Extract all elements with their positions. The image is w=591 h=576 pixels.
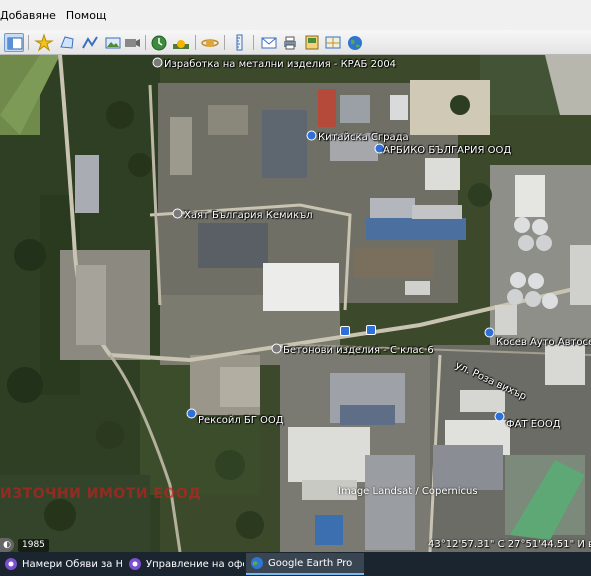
business-pin-icon[interactable] xyxy=(186,408,197,419)
label-arbiko[interactable]: АРБИКО БЪЛГАРИЯ ООД xyxy=(383,145,511,156)
toolbar-separator xyxy=(28,35,29,50)
label-haiat[interactable]: Хаят България Кемикъл xyxy=(184,210,313,221)
record-tour-icon[interactable] xyxy=(122,33,142,52)
toolbar-separator xyxy=(195,35,196,50)
aerial-imagery xyxy=(0,55,591,552)
menu-bar: Добавяне Помощ xyxy=(0,0,591,30)
sidebar-toggle-icon[interactable] xyxy=(4,33,24,52)
business-pin-icon[interactable] xyxy=(484,327,495,338)
browser-icon xyxy=(4,557,18,571)
polygon-icon[interactable] xyxy=(57,33,77,52)
planets-icon[interactable] xyxy=(200,33,220,52)
save-image-icon[interactable] xyxy=(302,33,322,52)
toolbar-separator xyxy=(253,35,254,50)
taskbar-item-namery[interactable]: Намери Обяви за Не... xyxy=(0,553,122,575)
browser-icon xyxy=(128,557,142,571)
business-pin-icon[interactable] xyxy=(494,411,505,422)
taskbar: Намери Обяви за Не... Управление на офер… xyxy=(0,552,591,576)
print-icon[interactable] xyxy=(280,33,300,52)
imagery-year: 1985 xyxy=(18,538,49,552)
timeline-icon: ◐ xyxy=(0,538,14,552)
coordinates-readout: 43°12'57.31" С 27°51'44.51" И височ xyxy=(428,539,591,550)
menu-help[interactable]: Помощ xyxy=(66,9,106,22)
placemark-icon[interactable] xyxy=(34,33,54,52)
menu-add[interactable]: Добавяне xyxy=(0,9,56,22)
toolbar-separator xyxy=(224,35,225,50)
taskbar-item-google-earth[interactable]: Google Earth Pro xyxy=(246,553,364,575)
email-icon[interactable] xyxy=(259,33,279,52)
path-icon[interactable] xyxy=(80,33,100,52)
historical-year-badge[interactable]: ◐ 1985 xyxy=(0,538,49,552)
google-earth-window: { "menu": { "items": ["Добавяне", "Помощ… xyxy=(0,0,591,576)
business-pin-icon[interactable] xyxy=(306,130,317,141)
label-krab[interactable]: Изработка на метални изделия - КРАБ 2004 xyxy=(164,59,396,70)
label-kosev[interactable]: Косев Ауто Автосервиз xyxy=(496,337,591,348)
task-label: Google Earth Pro xyxy=(268,557,353,569)
satellite-map[interactable]: Изработка на метални изделия - КРАБ 2004… xyxy=(0,55,591,552)
task-label: Управление на офер... xyxy=(146,558,244,570)
toolbar xyxy=(0,30,591,55)
business-pin-icon[interactable] xyxy=(172,208,183,219)
label-betonovi[interactable]: Бетонови изделия - С клас 6 xyxy=(283,345,434,356)
bus-stop-icon[interactable] xyxy=(340,326,350,336)
bus-stop-icon[interactable] xyxy=(366,325,376,335)
view-in-maps-icon[interactable] xyxy=(323,33,343,52)
imagery-credit: Image Landsat / Copernicus xyxy=(338,486,478,497)
sunlight-icon[interactable] xyxy=(171,33,191,52)
watermark: ИЗТОЧНИ ИМОТИ ЕООД xyxy=(0,486,202,502)
ruler-icon[interactable] xyxy=(229,33,249,52)
place-pin-icon[interactable] xyxy=(271,343,282,354)
taskbar-item-upravlenie[interactable]: Управление на офер... xyxy=(124,553,244,575)
google-earth-icon xyxy=(250,556,264,570)
toolbar-separator xyxy=(145,35,146,50)
label-fat[interactable]: ФАТ ЕООД xyxy=(506,419,561,430)
label-kitaika[interactable]: Китайска Сграда xyxy=(318,132,409,143)
historical-imagery-icon[interactable] xyxy=(149,33,169,52)
place-pin-icon[interactable] xyxy=(152,57,163,68)
earth-icon[interactable] xyxy=(345,33,365,52)
label-reksoil[interactable]: Рексойл БГ ООД xyxy=(198,415,284,426)
image-overlay-icon[interactable] xyxy=(103,33,123,52)
task-label: Намери Обяви за Не... xyxy=(22,558,122,570)
